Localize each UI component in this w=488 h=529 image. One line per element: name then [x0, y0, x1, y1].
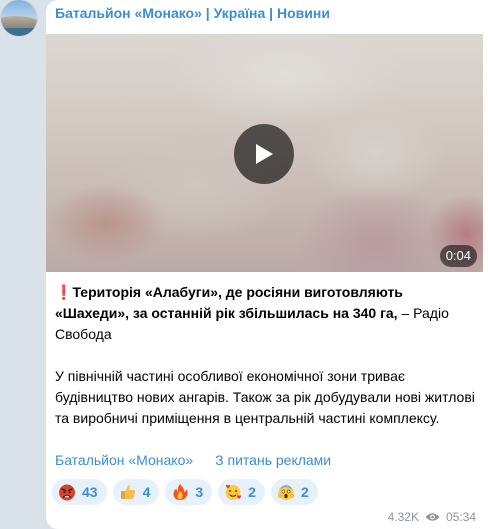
video-duration: 0:04: [439, 245, 477, 267]
footer-links: Батальйон «Монако» З питань реклами: [55, 452, 331, 468]
avatar-sea: [1, 28, 37, 36]
exclamation-icon: ❗️: [55, 284, 73, 300]
reaction-count: 3: [195, 484, 204, 500]
message-meta: 4.32K 05:34: [388, 510, 476, 524]
channel-link[interactable]: Батальйон «Монако»: [55, 452, 193, 468]
view-count: 4.32K: [387, 510, 419, 524]
channel-name[interactable]: Батальйон «Монако» | Україна | Новини: [55, 5, 330, 21]
message-text: ❗️Територія «Алабуги», де росіяни вигото…: [55, 282, 475, 429]
reactions-bar: 43 4 3 2 2: [52, 479, 318, 505]
ads-link[interactable]: З питань реклами: [215, 452, 331, 468]
reaction-count: 2: [300, 484, 309, 500]
reaction-screaming[interactable]: 2: [270, 479, 318, 505]
reaction-count: 2: [248, 484, 256, 500]
headline: ❗️Територія «Алабуги», де росіяни вигото…: [55, 282, 475, 345]
post-time: 05:34: [445, 510, 476, 524]
thumbs-up-icon: [120, 485, 135, 499]
reaction-fire[interactable]: 3: [165, 479, 213, 505]
reaction-thumbs-up[interactable]: 4: [112, 479, 160, 505]
angry-face-icon: [59, 484, 75, 501]
message-bubble: Батальйон «Монако» | Україна | Новини 0:…: [46, 0, 488, 529]
eye-icon: [425, 513, 440, 521]
reaction-count: 4: [142, 484, 151, 500]
channel-avatar[interactable]: [1, 0, 37, 36]
play-icon: [256, 144, 273, 164]
reaction-hearts-face[interactable]: 2: [218, 479, 265, 505]
reaction-angry[interactable]: 43: [52, 479, 107, 505]
screaming-face-icon: [277, 485, 295, 500]
video-preview[interactable]: 0:04: [46, 34, 483, 272]
reaction-count: 43: [82, 484, 98, 500]
play-button[interactable]: [234, 124, 294, 184]
body-paragraph: У північній частині особливої економічно…: [55, 368, 475, 426]
smiling-hearts-face-icon: [225, 484, 242, 500]
fire-icon: [173, 484, 188, 500]
headline-bold: Територія «Алабуги», де росіяни виготовл…: [55, 284, 403, 321]
